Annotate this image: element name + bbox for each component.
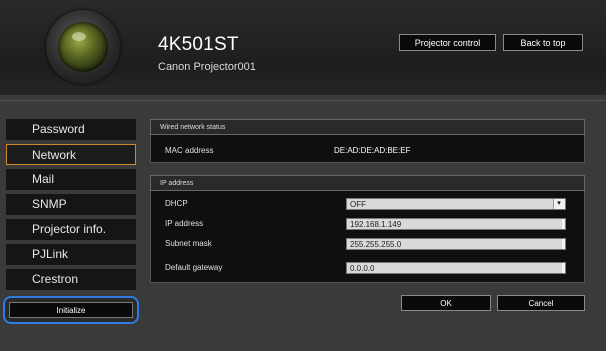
- ip-address-field[interactable]: 192.168.1.149: [346, 218, 566, 230]
- dhcp-label: DHCP: [165, 199, 188, 208]
- lens-glint: [72, 32, 86, 41]
- mac-address-value: DE:AD:DE:AD:BE:EF: [334, 146, 411, 155]
- chevron-down-icon[interactable]: ▾: [553, 199, 564, 209]
- sidebar-item-mail[interactable]: Mail: [6, 169, 136, 190]
- initialize-focus-ring: Initialize: [3, 296, 139, 324]
- mac-address-label: MAC address: [165, 146, 214, 155]
- projector-lens-icon: [46, 10, 120, 84]
- cancel-button[interactable]: Cancel: [497, 295, 585, 311]
- sidebar-item-crestron[interactable]: Crestron: [6, 269, 136, 290]
- lens-glass: [58, 22, 108, 72]
- default-gateway-label: Default gateway: [165, 263, 223, 272]
- ip-address-header: IP address: [150, 175, 585, 191]
- initialize-button[interactable]: Initialize: [9, 302, 133, 318]
- dhcp-select[interactable]: OFF ▾: [346, 198, 566, 210]
- subnet-mask-label: Subnet mask: [165, 239, 212, 248]
- ok-button[interactable]: OK: [401, 295, 491, 311]
- projector-name: Canon Projector001: [158, 61, 256, 73]
- sidebar-item-projector-info[interactable]: Projector info.: [6, 219, 136, 240]
- sidebar-item-password[interactable]: Password: [6, 119, 136, 140]
- sidebar-item-network[interactable]: Network: [6, 144, 136, 165]
- dhcp-select-value: OFF: [350, 200, 366, 209]
- header: 4K501ST Canon Projector001 Projector con…: [0, 0, 606, 95]
- back-to-top-button[interactable]: Back to top: [503, 34, 583, 51]
- wired-status-header: Wired network status: [150, 119, 585, 135]
- projector-control-button[interactable]: Projector control: [399, 34, 496, 51]
- header-divider: [0, 100, 606, 101]
- ip-address-label: IP address: [165, 219, 204, 228]
- projector-web-ui: 4K501ST Canon Projector001 Projector con…: [0, 0, 606, 351]
- sidebar-item-pjlink[interactable]: PJLink: [6, 244, 136, 265]
- default-gateway-field[interactable]: 0.0.0.0: [346, 262, 566, 274]
- sidebar-item-snmp[interactable]: SNMP: [6, 194, 136, 215]
- subnet-mask-field[interactable]: 255.255.255.0: [346, 238, 566, 250]
- model-name: 4K501ST: [158, 34, 239, 55]
